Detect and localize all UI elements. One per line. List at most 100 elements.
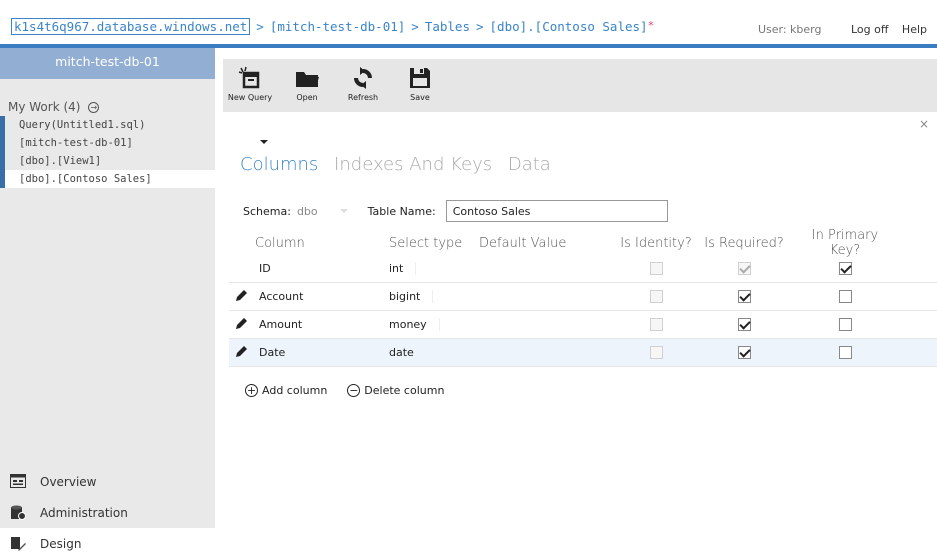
schema-select[interactable]: dbo bbox=[297, 205, 318, 218]
schema-label: Schema: bbox=[243, 204, 291, 218]
nav-administration[interactable]: Administration bbox=[0, 497, 215, 528]
column-name[interactable]: Account bbox=[253, 290, 389, 303]
new-query-icon bbox=[225, 65, 275, 91]
required-checkbox[interactable] bbox=[737, 318, 751, 332]
active-tab-indicator bbox=[260, 140, 268, 144]
plus-circle-icon: + bbox=[245, 384, 258, 397]
table-row[interactable]: ID int bbox=[229, 255, 937, 283]
column-name[interactable]: Date bbox=[253, 346, 389, 359]
my-work-label: My Work (4) bbox=[8, 100, 81, 114]
administration-icon bbox=[10, 505, 28, 521]
table-row[interactable]: Account bigint bbox=[229, 283, 937, 311]
nav-design[interactable]: Design bbox=[0, 528, 215, 557]
breadcrumb-tables[interactable]: Tables bbox=[425, 19, 470, 34]
refresh-label: Refresh bbox=[347, 93, 379, 102]
breadcrumb-database[interactable]: [mitch-test-db-01] bbox=[270, 19, 405, 34]
breadcrumb: k1s4t6q967.database.windows.net > [mitch-t… bbox=[11, 18, 655, 35]
minus-circle-icon: − bbox=[347, 384, 361, 397]
nav-design-label: Design bbox=[40, 536, 82, 551]
pencil-icon[interactable] bbox=[235, 345, 248, 358]
tab-columns[interactable]: Columns bbox=[240, 154, 318, 175]
add-column-label: Add column bbox=[262, 384, 328, 397]
designer-tabs: Columns Indexes And Keys Data bbox=[240, 154, 561, 175]
primary-key-checkbox[interactable] bbox=[838, 346, 852, 360]
logoff-link[interactable]: Log off bbox=[851, 23, 888, 36]
work-item-table[interactable]: [dbo].[Contoso Sales] bbox=[0, 170, 215, 188]
delete-column-button[interactable]: − Delete column bbox=[347, 384, 444, 397]
breadcrumb-separator: > bbox=[256, 19, 264, 34]
open-button[interactable]: Open bbox=[282, 65, 332, 102]
header-column: Column bbox=[255, 235, 305, 251]
columns-grid: Column Select type Default Value Is Iden… bbox=[229, 228, 937, 367]
user-box: User: kberg Log off Help bbox=[758, 23, 927, 36]
save-icon bbox=[395, 65, 445, 91]
close-icon[interactable]: × bbox=[919, 117, 929, 131]
table-name-input[interactable] bbox=[445, 200, 668, 222]
unsaved-marker: * bbox=[647, 19, 655, 32]
header-is-identity: Is Identity? bbox=[620, 235, 692, 251]
sidebar-bottom-nav: Overview Administration Design bbox=[0, 466, 215, 557]
type-select[interactable]: money bbox=[389, 318, 440, 331]
table-row[interactable]: Date date bbox=[229, 339, 937, 367]
breadcrumb-separator: > bbox=[475, 19, 484, 34]
header-in-primary-key: In Primary Key? bbox=[811, 228, 879, 258]
database-title[interactable]: mitch-test-db-01 bbox=[0, 48, 215, 79]
work-item-view[interactable]: [dbo].[View1] bbox=[0, 152, 215, 170]
column-name[interactable]: ID bbox=[253, 262, 389, 275]
open-label: Open bbox=[296, 93, 318, 102]
schema-dropdown-icon[interactable] bbox=[339, 209, 348, 213]
tab-data[interactable]: Data bbox=[508, 154, 551, 175]
add-column-button[interactable]: + Add column bbox=[245, 384, 327, 397]
type-select[interactable]: bigint bbox=[389, 290, 434, 303]
grid-header: Column Select type Default Value Is Iden… bbox=[229, 228, 937, 258]
primary-key-checkbox[interactable] bbox=[838, 262, 852, 276]
required-checkbox[interactable] bbox=[737, 290, 751, 304]
pencil-icon[interactable] bbox=[235, 317, 248, 330]
overview-icon bbox=[10, 473, 28, 490]
save-button[interactable]: Save bbox=[395, 65, 445, 102]
new-query-button[interactable]: New Query bbox=[225, 65, 275, 102]
breadcrumb-table[interactable]: [dbo].[Contoso Sales] bbox=[490, 19, 648, 34]
work-item-query[interactable]: Query(Untitled1.sql) bbox=[0, 116, 215, 134]
column-name[interactable]: Amount bbox=[253, 318, 389, 331]
type-select[interactable]: date bbox=[389, 346, 414, 359]
identity-checkbox bbox=[649, 290, 663, 304]
my-work-header[interactable]: My Work (4) → bbox=[8, 100, 100, 114]
identity-checkbox bbox=[649, 262, 663, 276]
help-link[interactable]: Help bbox=[902, 23, 927, 36]
top-header: k1s4t6q967.database.windows.net > [mitch-t… bbox=[0, 0, 937, 47]
header-is-required: Is Required? bbox=[704, 235, 784, 251]
refresh-icon bbox=[338, 65, 388, 91]
identity-checkbox bbox=[649, 318, 663, 332]
breadcrumb-separator: > bbox=[411, 19, 419, 34]
save-label: Save bbox=[410, 93, 430, 102]
refresh-button[interactable]: Refresh bbox=[338, 65, 388, 102]
column-actions: + Add column − Delete column bbox=[245, 384, 464, 397]
identity-checkbox bbox=[649, 346, 663, 360]
primary-key-checkbox[interactable] bbox=[838, 318, 852, 332]
header-default-value: Default Value bbox=[479, 235, 567, 251]
required-checkbox[interactable] bbox=[737, 346, 751, 360]
header-select-type: Select type bbox=[389, 235, 463, 251]
table-name-label: Table Name: bbox=[367, 204, 436, 218]
arrow-right-circle-icon[interactable]: → bbox=[88, 102, 100, 113]
type-select[interactable]: int bbox=[389, 262, 417, 275]
breadcrumb-server[interactable]: k1s4t6q967.database.windows.net bbox=[11, 18, 251, 35]
toolbar-ribbon: New Query Open Refresh Save bbox=[223, 59, 937, 112]
work-item-database[interactable]: [mitch-test-db-01] bbox=[0, 134, 215, 152]
nav-administration-label: Administration bbox=[40, 505, 128, 520]
required-checkbox bbox=[737, 262, 751, 276]
sidebar: mitch-test-db-01 My Work (4) → Query(Unt… bbox=[0, 48, 215, 557]
nav-overview[interactable]: Overview bbox=[0, 466, 215, 497]
folder-icon bbox=[282, 65, 332, 91]
tab-indexes-and-keys[interactable]: Indexes And Keys bbox=[334, 154, 492, 175]
nav-overview-label: Overview bbox=[40, 474, 97, 489]
primary-key-checkbox[interactable] bbox=[838, 290, 852, 304]
table-row[interactable]: Amount money bbox=[229, 311, 937, 339]
new-query-label: New Query bbox=[227, 93, 273, 102]
design-icon bbox=[10, 536, 28, 552]
pencil-icon[interactable] bbox=[235, 289, 248, 302]
delete-column-label: Delete column bbox=[364, 384, 445, 397]
work-list: Query(Untitled1.sql) [mitch-test-db-01] … bbox=[0, 116, 215, 188]
user-label: User: kberg bbox=[757, 23, 822, 36]
